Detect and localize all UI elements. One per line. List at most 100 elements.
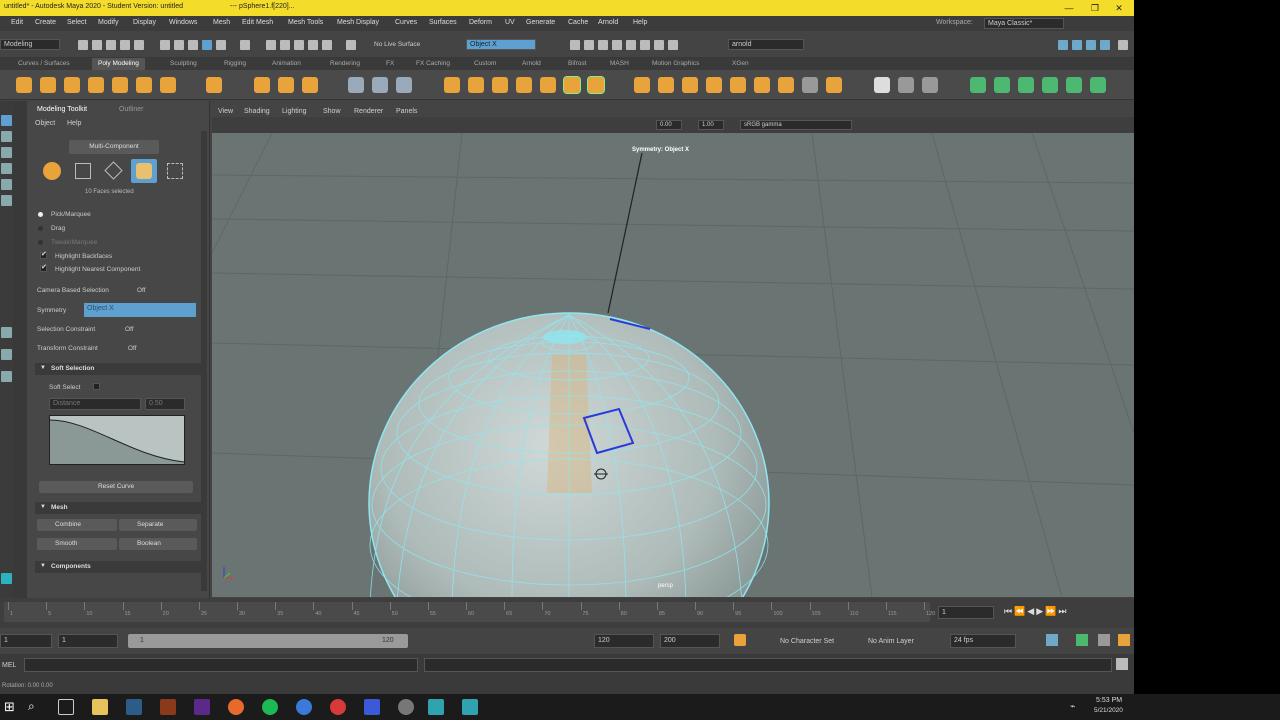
snap-curve-icon[interactable] bbox=[280, 40, 290, 50]
chrome-icon[interactable] bbox=[330, 699, 346, 715]
hypershade-icon[interactable] bbox=[626, 40, 636, 50]
poly-cylinder-icon[interactable] bbox=[64, 77, 80, 93]
menu-mesh-tools[interactable]: Mesh Tools bbox=[288, 19, 323, 26]
connect-icon[interactable] bbox=[682, 77, 698, 93]
layout-four-icon[interactable] bbox=[1, 349, 12, 360]
shelf-tab-fx[interactable]: FX bbox=[380, 58, 400, 70]
select-object-icon[interactable] bbox=[174, 40, 184, 50]
taskbar-time[interactable]: 5:53 PM bbox=[1096, 697, 1122, 704]
fps-dropdown[interactable]: 24 fps bbox=[950, 634, 1016, 648]
save-scene-icon[interactable] bbox=[106, 40, 116, 50]
script-editor-icon[interactable] bbox=[1116, 658, 1128, 670]
modeling-toolkit-icon[interactable] bbox=[1058, 40, 1068, 50]
merge-icon[interactable] bbox=[778, 77, 794, 93]
snap-together-icon[interactable] bbox=[346, 40, 356, 50]
vp-menu-renderer[interactable]: Renderer bbox=[354, 108, 383, 115]
snap-view-icon[interactable] bbox=[308, 40, 318, 50]
end-frame-field[interactable]: 200 bbox=[660, 634, 720, 648]
shelf-tab-poly-modeling[interactable]: Poly Modeling bbox=[92, 58, 145, 70]
poly-sphere[interactable] bbox=[368, 312, 770, 597]
menu-help[interactable]: Help bbox=[633, 19, 647, 26]
camera-selection-value[interactable]: Off bbox=[137, 287, 146, 294]
layout-single-icon[interactable] bbox=[1, 327, 12, 338]
render-view-icon[interactable] bbox=[640, 40, 650, 50]
highlight-nearest-checkbox[interactable] bbox=[40, 263, 47, 272]
slide-edge-icon[interactable] bbox=[802, 77, 818, 93]
mesh-section-header[interactable]: ▼ Mesh bbox=[35, 502, 201, 514]
menu-deform[interactable]: Deform bbox=[469, 19, 492, 26]
menu-arnold[interactable]: Arnold bbox=[598, 19, 618, 26]
type-tool-icon[interactable] bbox=[278, 77, 294, 93]
sweep-mesh-icon[interactable] bbox=[254, 77, 270, 93]
exposure-field[interactable]: 0.00 bbox=[656, 120, 682, 130]
toolkit-scrollbar[interactable] bbox=[201, 131, 207, 591]
pause-icon[interactable] bbox=[668, 40, 678, 50]
reset-curve-button[interactable]: Reset Curve bbox=[39, 481, 193, 493]
shelf-tab-motion-graphics[interactable]: Motion Graphics bbox=[646, 58, 705, 70]
poly-disc-icon[interactable] bbox=[160, 77, 176, 93]
bridge-icon[interactable] bbox=[587, 76, 605, 94]
poly-plane-icon[interactable] bbox=[136, 77, 152, 93]
shelf-tab-rendering[interactable]: Rendering bbox=[324, 58, 366, 70]
selection-constraint-value[interactable]: Off bbox=[125, 326, 134, 333]
combine-icon[interactable] bbox=[444, 77, 460, 93]
edge-mode-icon[interactable] bbox=[104, 161, 123, 180]
multi-component-button[interactable]: Multi-Component bbox=[69, 140, 159, 154]
quad-draw-icon[interactable] bbox=[826, 77, 842, 93]
close-button[interactable]: ✕ bbox=[1106, 1, 1132, 15]
separate-icon[interactable] bbox=[468, 77, 484, 93]
mode-dropdown[interactable]: Modeling bbox=[0, 39, 60, 50]
current-frame-field[interactable]: 1 bbox=[938, 606, 994, 619]
poly-cube-icon[interactable] bbox=[40, 77, 56, 93]
open-scene-icon[interactable] bbox=[92, 40, 102, 50]
time-slider[interactable]: 1 5 10 15 20 25 30 35 40 45 50 55 60 65 70 75 80 85 90 95 10… bbox=[0, 598, 1134, 628]
pencil-icon[interactable] bbox=[874, 77, 890, 93]
bevel-icon[interactable] bbox=[706, 77, 722, 93]
redo-icon[interactable] bbox=[134, 40, 144, 50]
playback-controls[interactable]: ⏮⏪◀▶⏩⏭ bbox=[1004, 606, 1068, 617]
highlight-backfaces-checkbox[interactable] bbox=[40, 250, 47, 259]
separate-button[interactable]: Separate bbox=[119, 519, 197, 531]
uv-unfold-icon[interactable] bbox=[970, 77, 986, 93]
menu-windows[interactable]: Windows bbox=[169, 19, 197, 26]
menu-surfaces[interactable]: Surfaces bbox=[429, 19, 457, 26]
select-hierarchy-icon[interactable] bbox=[160, 40, 170, 50]
snap-surface-icon[interactable] bbox=[322, 40, 332, 50]
falloff-curve-graph[interactable] bbox=[49, 415, 185, 465]
shelf-tab-rigging[interactable]: Rigging bbox=[218, 58, 252, 70]
mash-replicator-icon[interactable] bbox=[396, 77, 412, 93]
command-lang-label[interactable]: MEL bbox=[2, 662, 16, 669]
insert-edge-loop-icon[interactable] bbox=[754, 77, 770, 93]
vertex-mode-icon[interactable] bbox=[75, 163, 91, 179]
settings-gear-icon[interactable] bbox=[1118, 40, 1128, 50]
poly-sphere-icon[interactable] bbox=[16, 77, 32, 93]
target-weld-icon[interactable] bbox=[658, 77, 674, 93]
menu-display[interactable]: Display bbox=[133, 19, 156, 26]
mash-network-icon[interactable] bbox=[348, 77, 364, 93]
menu-modify[interactable]: Modify bbox=[98, 19, 119, 26]
file-explorer-icon[interactable] bbox=[92, 699, 108, 715]
uv-cut-icon[interactable] bbox=[1018, 77, 1034, 93]
menu-edit-mesh[interactable]: Edit Mesh bbox=[242, 19, 273, 26]
boolean-button[interactable]: Boolean bbox=[119, 538, 197, 550]
outliner-toggle-icon[interactable] bbox=[1, 573, 12, 584]
toolkit-menu-object[interactable]: Object bbox=[35, 120, 55, 127]
scale-tool-icon[interactable] bbox=[1, 195, 12, 206]
task-view-icon[interactable] bbox=[58, 699, 74, 715]
anim-layer-dropdown[interactable]: No Anim Layer bbox=[868, 638, 914, 645]
vp-menu-panels[interactable]: Panels bbox=[396, 108, 417, 115]
layout-side-icon[interactable] bbox=[1, 371, 12, 382]
start-frame-field[interactable]: 1 bbox=[0, 634, 52, 648]
vp-menu-show[interactable]: Show bbox=[323, 108, 341, 115]
playback-end-field[interactable]: 120 bbox=[594, 634, 654, 648]
blender-icon[interactable] bbox=[296, 699, 312, 715]
snap-grid-icon[interactable] bbox=[266, 40, 276, 50]
render-settings-icon[interactable] bbox=[612, 40, 622, 50]
shelf-tab-mash[interactable]: MASH bbox=[604, 58, 635, 70]
planar-map-icon[interactable] bbox=[922, 77, 938, 93]
loop-icon[interactable] bbox=[1046, 634, 1058, 646]
object-mode-icon[interactable] bbox=[43, 162, 61, 180]
vscode-icon[interactable] bbox=[364, 699, 380, 715]
command-input[interactable] bbox=[24, 658, 418, 672]
menu-generate[interactable]: Generate bbox=[526, 19, 555, 26]
